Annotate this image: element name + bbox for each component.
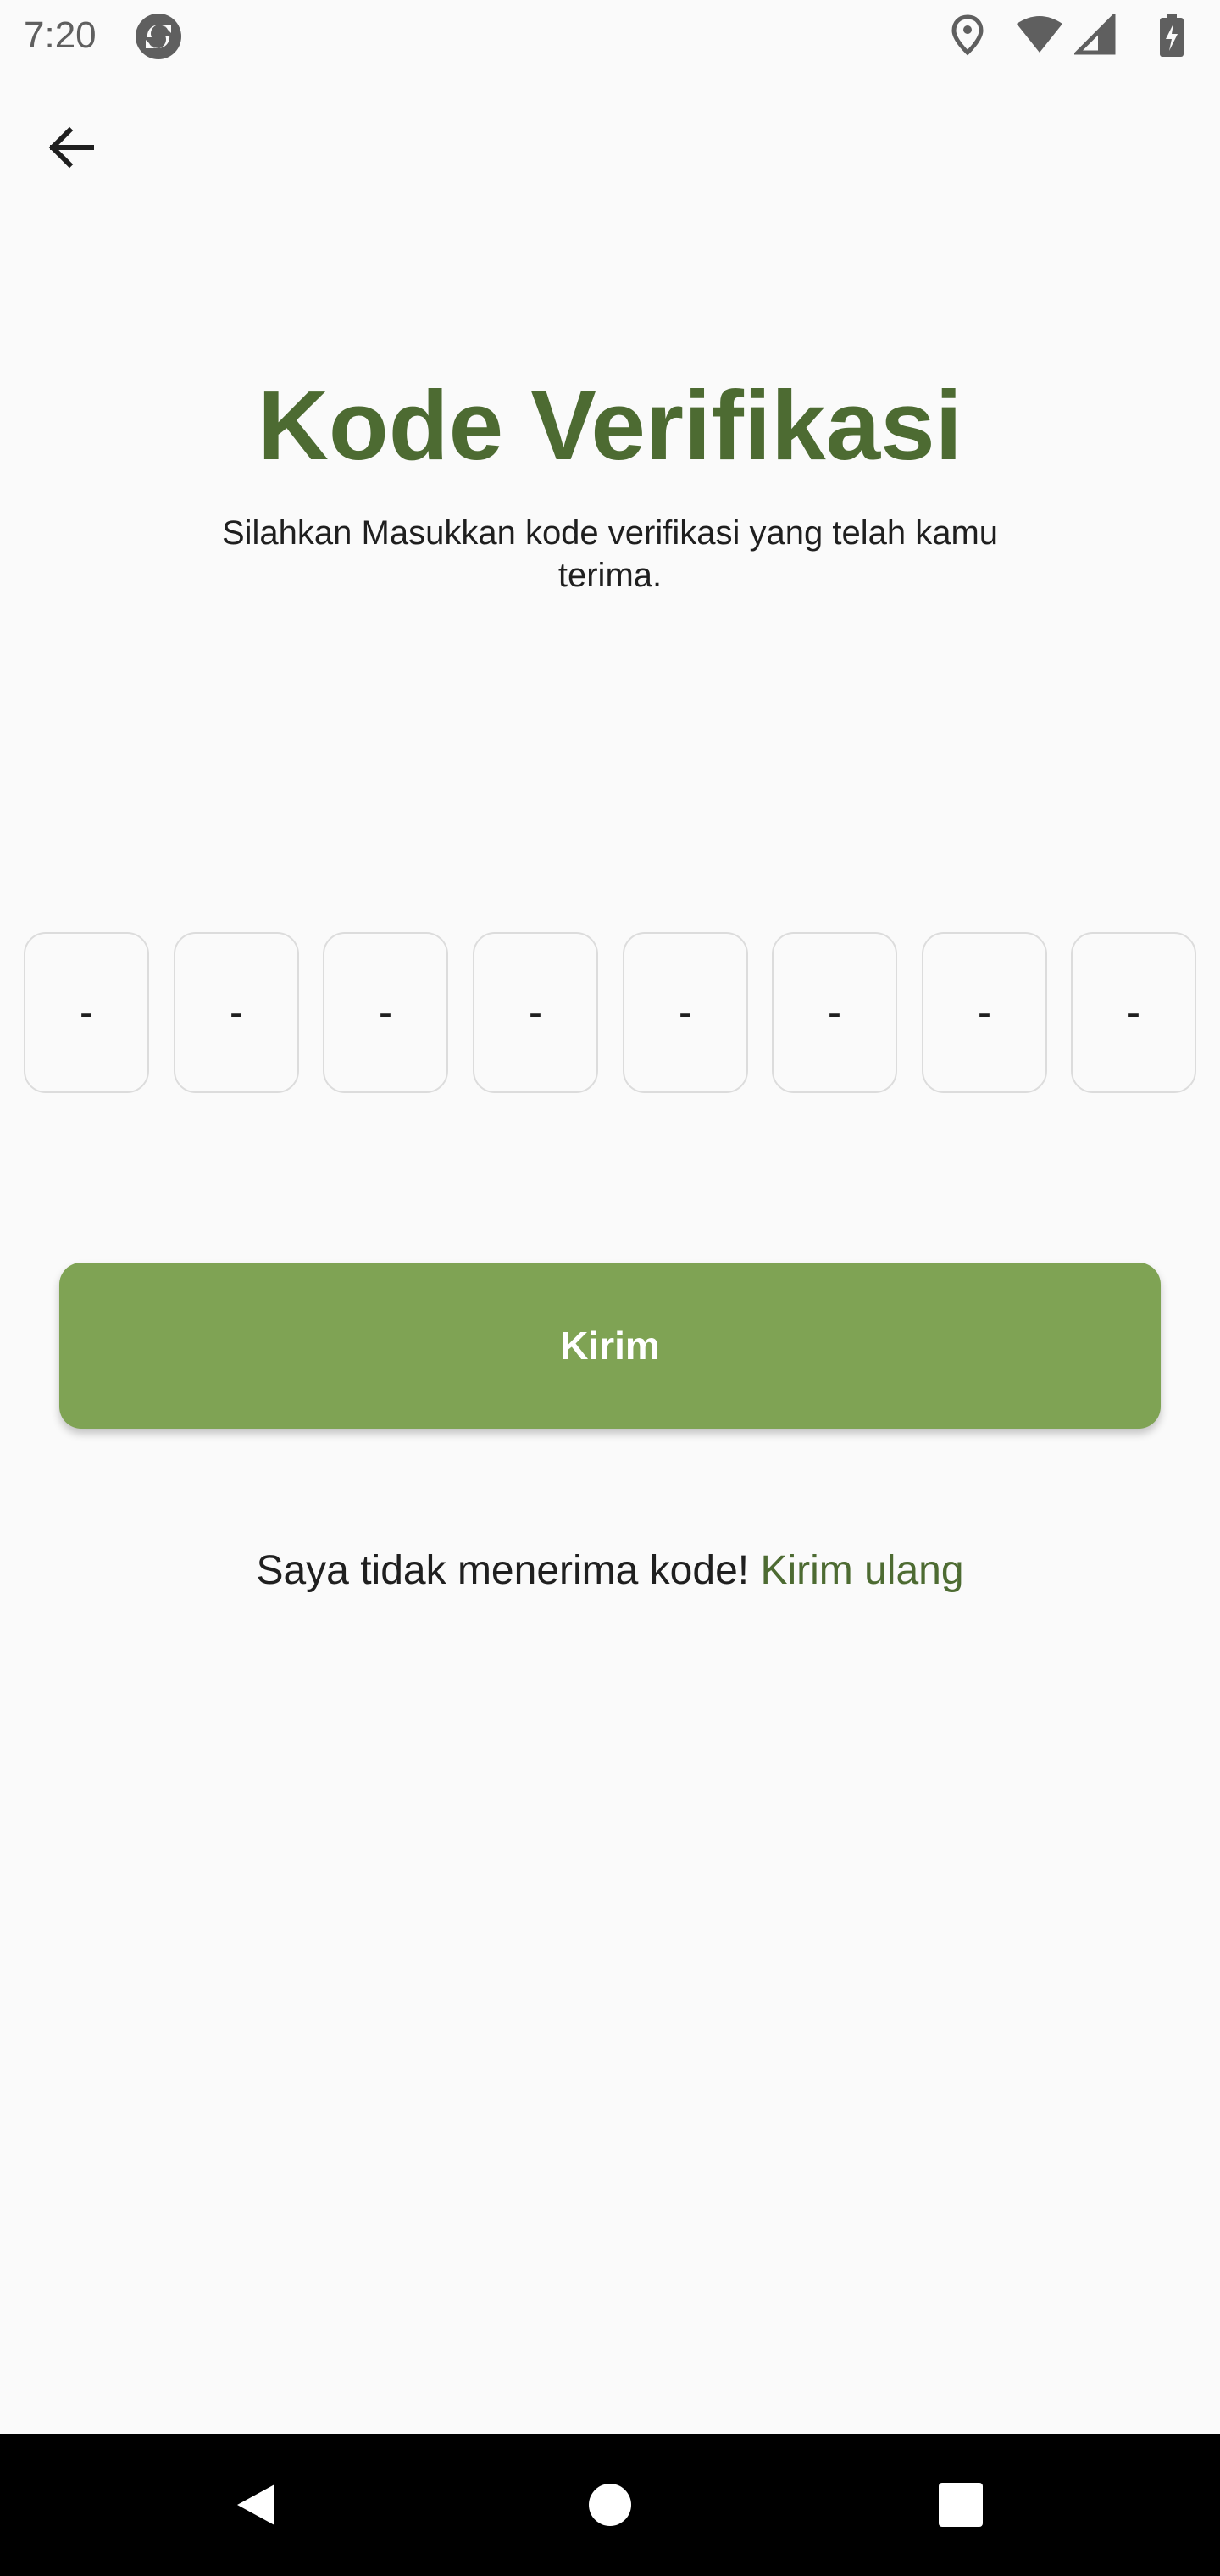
recents-square-icon <box>939 2483 983 2527</box>
status-time: 7:20 <box>24 14 97 56</box>
navigation-bar <box>0 2434 1220 2576</box>
back-button[interactable] <box>30 107 112 188</box>
otp-digit-1[interactable]: - <box>24 932 149 1093</box>
otp-digit-4[interactable]: - <box>473 932 598 1093</box>
resend-line: Saya tidak menerima kode! Kirim ulang <box>0 1544 1220 1598</box>
status-icons <box>947 14 1201 58</box>
app-sync-icon <box>134 12 183 61</box>
resend-link[interactable]: Kirim ulang <box>760 1548 963 1593</box>
arrow-back-icon <box>48 126 94 169</box>
signal-icon <box>1074 14 1116 55</box>
nav-recents-button[interactable] <box>918 2462 1003 2547</box>
battery-charging-icon <box>1160 14 1184 57</box>
otp-digit-5[interactable]: - <box>623 932 748 1093</box>
nav-back-button[interactable] <box>214 2462 298 2547</box>
otp-digit-7[interactable]: - <box>922 932 1047 1093</box>
page-title: Kode Verifikasi <box>258 370 962 480</box>
submit-button[interactable]: Kirim <box>59 1263 1161 1429</box>
otp-digit-6[interactable]: - <box>772 932 897 1093</box>
back-triangle-icon <box>237 2484 274 2525</box>
resend-prompt: Saya tidak menerima kode! <box>256 1548 761 1593</box>
nav-home-button[interactable] <box>568 2462 652 2547</box>
status-bar: 7:20 <box>0 0 1220 71</box>
home-circle-icon <box>589 2484 631 2526</box>
otp-digit-3[interactable]: - <box>323 932 448 1093</box>
subtitle: Silahkan Masukkan kode verifikasi yang t… <box>221 514 999 594</box>
otp-digit-8[interactable]: - <box>1071 932 1196 1093</box>
otp-digit-2[interactable]: - <box>174 932 299 1093</box>
wifi-icon <box>1017 16 1062 53</box>
location-icon <box>951 14 984 56</box>
otp-input-row: - - - - - - - - <box>24 932 1196 1093</box>
